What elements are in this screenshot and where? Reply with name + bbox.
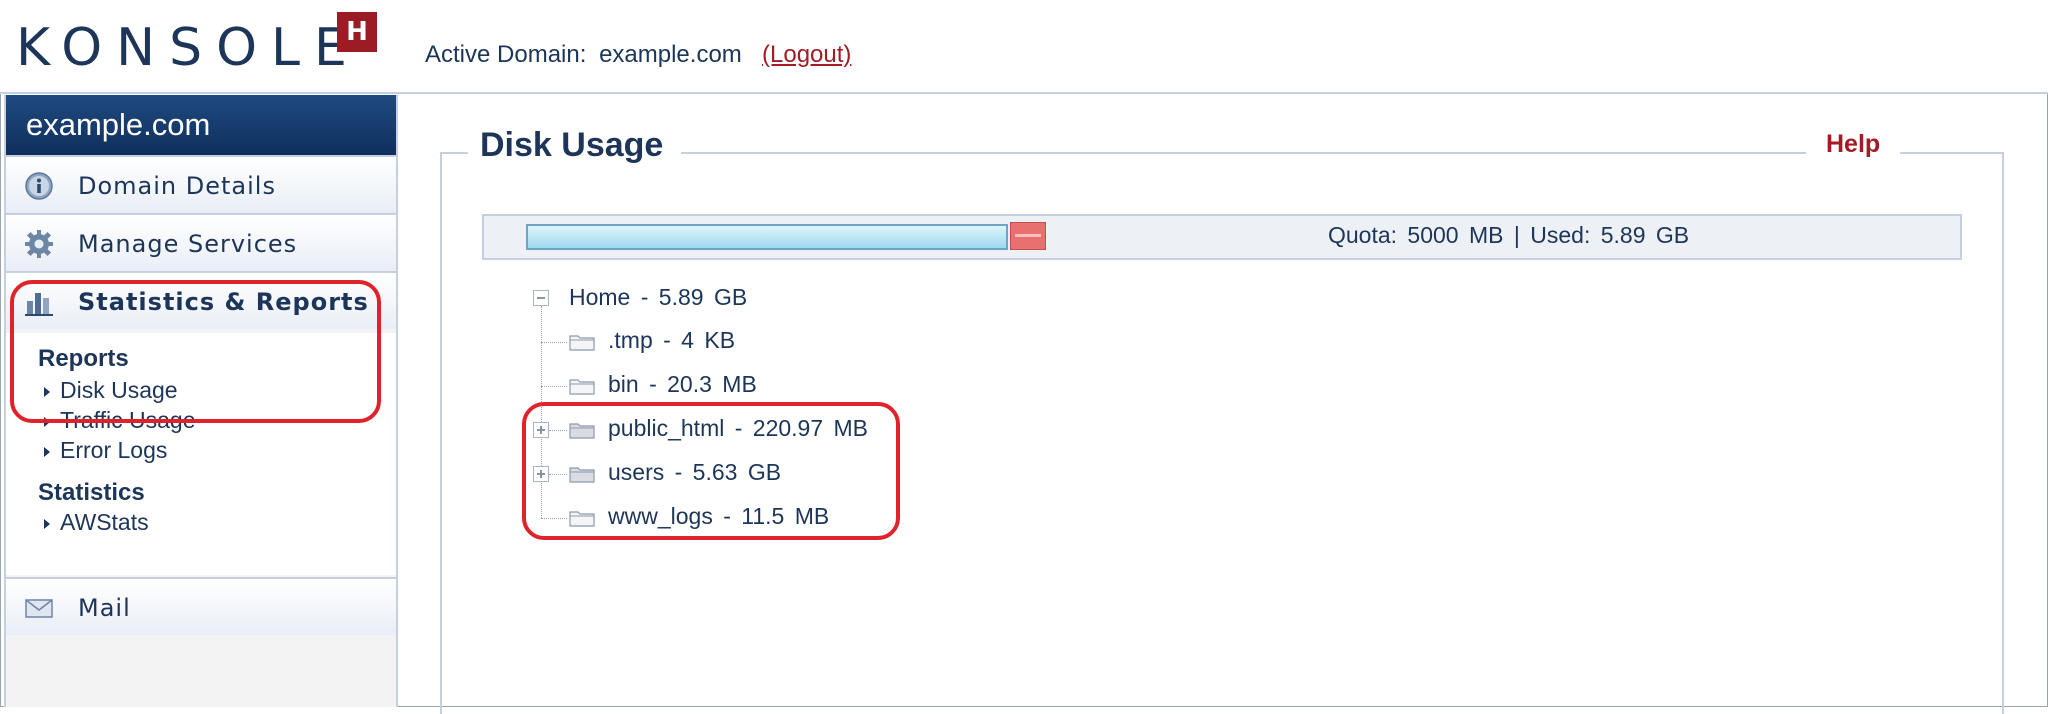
nav-label: Domain Details [78,172,276,200]
quota-bar: Quota: 5000 MB | Used: 5.89 GB [482,214,1962,260]
active-domain-value: example.com [599,41,742,68]
logo-text: KONSOLE [16,18,361,78]
nav-mail[interactable]: Mail [6,577,396,635]
submenu-link-awstats[interactable]: AWStats [44,509,149,536]
logo-badge: H [337,12,377,52]
tree-node-home[interactable]: Home - 5.89 GB [569,284,747,311]
highlight-large-folders [522,402,900,540]
statistics-heading: Statistics [38,479,145,506]
nav-label: Manage Services [78,230,298,258]
highlight-statistics-reports [10,280,381,423]
usage-progress-bar [526,224,1008,250]
active-domain: Active Domain: example.com [425,41,742,69]
submenu-link-error-logs[interactable]: Error Logs [44,437,167,464]
tree-connector [541,342,567,343]
folder-icon [569,335,595,351]
quota-text: Quota: 5000 MB | Used: 5.89 GB [1328,222,1690,248]
page-title: Disk Usage [468,126,682,165]
active-domain-label: Active Domain: [425,41,587,68]
nav-manage-services[interactable]: Manage Services [6,213,396,271]
sidebar-domain-title: example.com [6,95,396,155]
tree-collapse-toggle[interactable] [533,290,549,306]
triangle-right-icon [44,518,50,529]
top-header: KONSOLE H Active Domain: example.com (Lo… [0,0,2048,94]
envelope-icon [25,599,53,618]
tree-connector [541,386,567,387]
triangle-right-icon [44,446,50,457]
gear-icon [25,230,53,258]
nav-label: Mail [78,594,131,622]
help-link[interactable]: Help [1806,130,1901,159]
tree-node-bin[interactable]: bin - 20.3 MB [608,371,757,398]
logout-link[interactable]: (Logout) [762,41,851,69]
folder-icon [569,379,595,395]
usage-progress-marker [1010,222,1046,250]
tree-node-tmp[interactable]: .tmp - 4 KB [608,327,735,354]
info-icon [25,172,53,200]
nav-domain-details[interactable]: Domain Details [6,155,396,213]
